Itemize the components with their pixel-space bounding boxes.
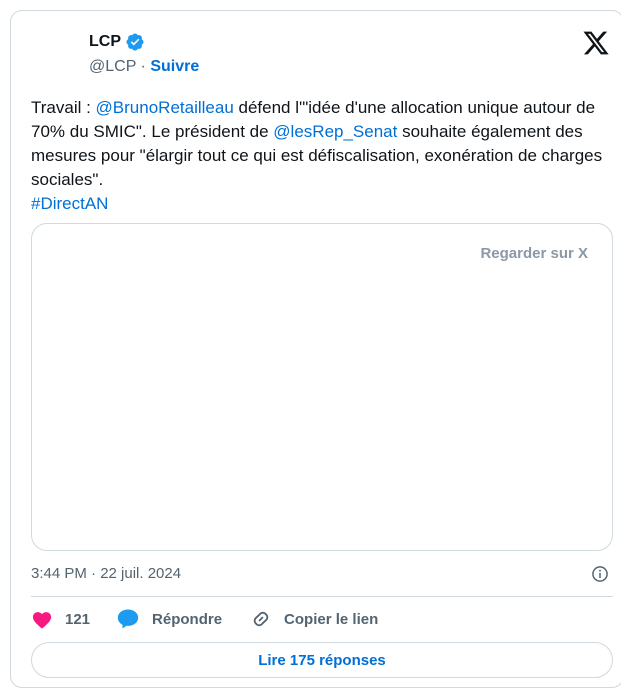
- author-handle[interactable]: @LCP: [89, 58, 136, 75]
- heart-icon: [32, 612, 52, 629]
- x-logo-icon[interactable]: [582, 29, 610, 57]
- like-button[interactable]: 121: [31, 609, 90, 629]
- link-icon: [253, 611, 269, 627]
- reply-label: Répondre: [152, 610, 223, 628]
- handle-separator: ·: [140, 58, 146, 75]
- info-icon[interactable]: [590, 564, 610, 584]
- avatar[interactable]: [29, 22, 77, 70]
- like-count: 121: [65, 610, 91, 628]
- media-player[interactable]: Regarder sur X: [31, 223, 613, 551]
- mention-link[interactable]: @BrunoRetailleau: [96, 98, 234, 117]
- author-handle-row: @LCP · Suivre: [89, 58, 199, 76]
- author-name[interactable]: LCP: [89, 33, 121, 51]
- follow-button[interactable]: Suivre: [150, 58, 199, 75]
- read-replies-button[interactable]: Lire 175 réponses: [31, 642, 613, 678]
- watch-on-x-link[interactable]: Regarder sur X: [480, 245, 588, 262]
- verified-badge-icon: [126, 33, 144, 51]
- tweet-text-part: Travail :: [31, 98, 96, 117]
- divider: [31, 596, 613, 597]
- tweet-text: Travail : @BrunoRetailleau défend l'"idé…: [31, 96, 616, 216]
- author-name-row[interactable]: LCP: [89, 32, 145, 52]
- copy-link-label: Copier le lien: [284, 610, 379, 628]
- reply-button[interactable]: Répondre: [116, 608, 222, 630]
- action-bar: 121 Répondre Copier le lien: [31, 608, 378, 630]
- hashtag-link[interactable]: #DirectAN: [31, 194, 108, 213]
- mention-link[interactable]: @lesRep_Senat: [273, 122, 397, 141]
- speech-bubble-icon: [117, 609, 139, 629]
- timestamp[interactable]: 3:44 PM · 22 juil. 2024: [31, 565, 181, 582]
- copy-link-button[interactable]: Copier le lien: [250, 608, 378, 630]
